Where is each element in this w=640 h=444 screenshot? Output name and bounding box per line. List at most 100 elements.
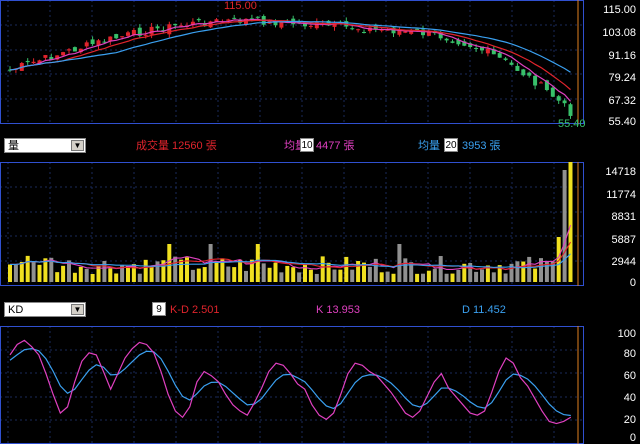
volume-bar xyxy=(385,271,390,282)
candle-body xyxy=(308,25,313,27)
candle-body xyxy=(120,36,125,38)
k-value-text: K 13.953 xyxy=(316,304,361,316)
volume-bar xyxy=(391,273,396,282)
volume-bar xyxy=(8,264,12,282)
price-axis-label: 91.16 xyxy=(608,50,636,62)
volume-chart-panel[interactable]: 14718 11774 8831 5887 2944 0 xyxy=(0,162,640,292)
kd-axis-label: 80 xyxy=(623,348,636,360)
price-axis-label: 67.32 xyxy=(608,95,636,107)
candle-body xyxy=(474,48,479,50)
candle-body xyxy=(444,38,449,41)
volume-bar xyxy=(285,265,290,282)
kd-toolbar: KD ▼ 9 K-D 2.501 K 13.953 D 11.452 xyxy=(0,300,640,320)
candle-body xyxy=(232,17,237,19)
candle-body xyxy=(149,26,154,35)
volume-bar xyxy=(515,261,520,282)
volume-bar xyxy=(314,273,319,282)
low-price-marker: 55.40 xyxy=(558,118,586,130)
candle-body xyxy=(31,61,36,64)
candle-body xyxy=(356,29,361,31)
volume-bar xyxy=(297,272,302,282)
volume-bar xyxy=(432,268,437,282)
volume-bar xyxy=(173,256,178,282)
volume-bar xyxy=(456,269,461,282)
chevron-down-icon[interactable]: ▼ xyxy=(71,304,84,315)
volume-bar xyxy=(214,261,219,282)
candle-body xyxy=(84,42,89,47)
volume-bar xyxy=(480,269,484,282)
candle-body xyxy=(562,100,567,104)
volume-bar xyxy=(338,269,343,282)
candle-body xyxy=(497,53,502,58)
candle-body xyxy=(509,62,514,65)
volume-bar xyxy=(90,273,95,282)
kd-axis-label: 100 xyxy=(617,328,636,340)
total-volume-text: 成交量 12560 張 xyxy=(136,140,217,152)
volume-bar xyxy=(320,256,325,282)
volume-bar xyxy=(533,268,538,282)
volume-bar xyxy=(291,267,296,282)
kd-period-input[interactable]: 9 xyxy=(152,302,166,316)
candle-body xyxy=(43,55,48,58)
candle-body xyxy=(173,23,178,26)
indicator-select-volume[interactable]: 量 ▼ xyxy=(4,138,86,153)
ma2-period-input[interactable]: 20 xyxy=(444,138,458,152)
indicator-select-value: KD xyxy=(8,304,24,316)
indicator-select-kd[interactable]: KD ▼ xyxy=(4,302,86,317)
candle-body xyxy=(515,65,520,71)
kd-chart-panel[interactable]: 100 80 60 40 20 0 xyxy=(0,326,640,444)
candle-body xyxy=(67,49,71,51)
volume-bar xyxy=(202,267,207,282)
d-value-text: D 11.452 xyxy=(462,304,506,316)
candle-body xyxy=(521,69,526,76)
price-axis-label: 55.40 xyxy=(608,116,636,128)
volume-bar xyxy=(255,244,260,282)
ma1-value: 4477 張 xyxy=(316,140,355,152)
ma2-label: 均量 xyxy=(418,140,440,152)
volume-bar xyxy=(61,265,66,282)
volume-bar xyxy=(25,255,30,282)
candle-body xyxy=(72,47,77,52)
ma1-period-input[interactable]: 10 xyxy=(300,138,314,152)
volume-bar xyxy=(397,244,402,282)
volume-bar xyxy=(72,272,77,282)
volume-axis-label: 0 xyxy=(629,277,636,289)
volume-bar xyxy=(426,270,431,282)
volume-bar xyxy=(521,261,526,282)
volume-axis-label: 14718 xyxy=(605,166,636,178)
candle-body xyxy=(90,39,95,45)
volume-bar xyxy=(438,256,443,282)
volume-axis-label: 11774 xyxy=(606,189,636,201)
volume-bar xyxy=(167,244,172,282)
candle-body xyxy=(539,82,543,84)
volume-bar xyxy=(261,263,266,282)
volume-bar xyxy=(19,261,24,282)
volume-bar xyxy=(31,261,36,282)
candle-body xyxy=(155,26,160,29)
candle-body xyxy=(533,75,538,86)
volume-bar xyxy=(37,264,42,282)
volume-bar xyxy=(474,271,479,282)
candle-body xyxy=(350,28,355,30)
volume-bar xyxy=(78,266,83,282)
chevron-down-icon[interactable]: ▼ xyxy=(71,140,84,151)
candle-body xyxy=(25,60,30,63)
volume-bar xyxy=(190,269,195,282)
volume-bar xyxy=(326,262,331,282)
volume-bar xyxy=(450,273,455,282)
volume-bar xyxy=(332,269,337,282)
candle-body xyxy=(61,52,66,56)
kd-axis-label: 40 xyxy=(623,392,636,404)
candle-body xyxy=(556,96,561,101)
price-chart xyxy=(0,0,584,124)
volume-bar xyxy=(238,259,243,282)
volume-bar xyxy=(13,264,18,282)
candle-body xyxy=(485,48,490,54)
volume-bar xyxy=(444,273,449,282)
volume-bar xyxy=(562,170,567,282)
candle-body xyxy=(403,31,408,33)
volume-bar xyxy=(244,270,248,282)
ma-line-mid xyxy=(9,19,571,91)
kd-axis-label: 20 xyxy=(623,414,636,426)
price-chart-panel[interactable]: 115.00 103.08 91.16 79.24 67.32 55.40 11… xyxy=(0,0,640,130)
